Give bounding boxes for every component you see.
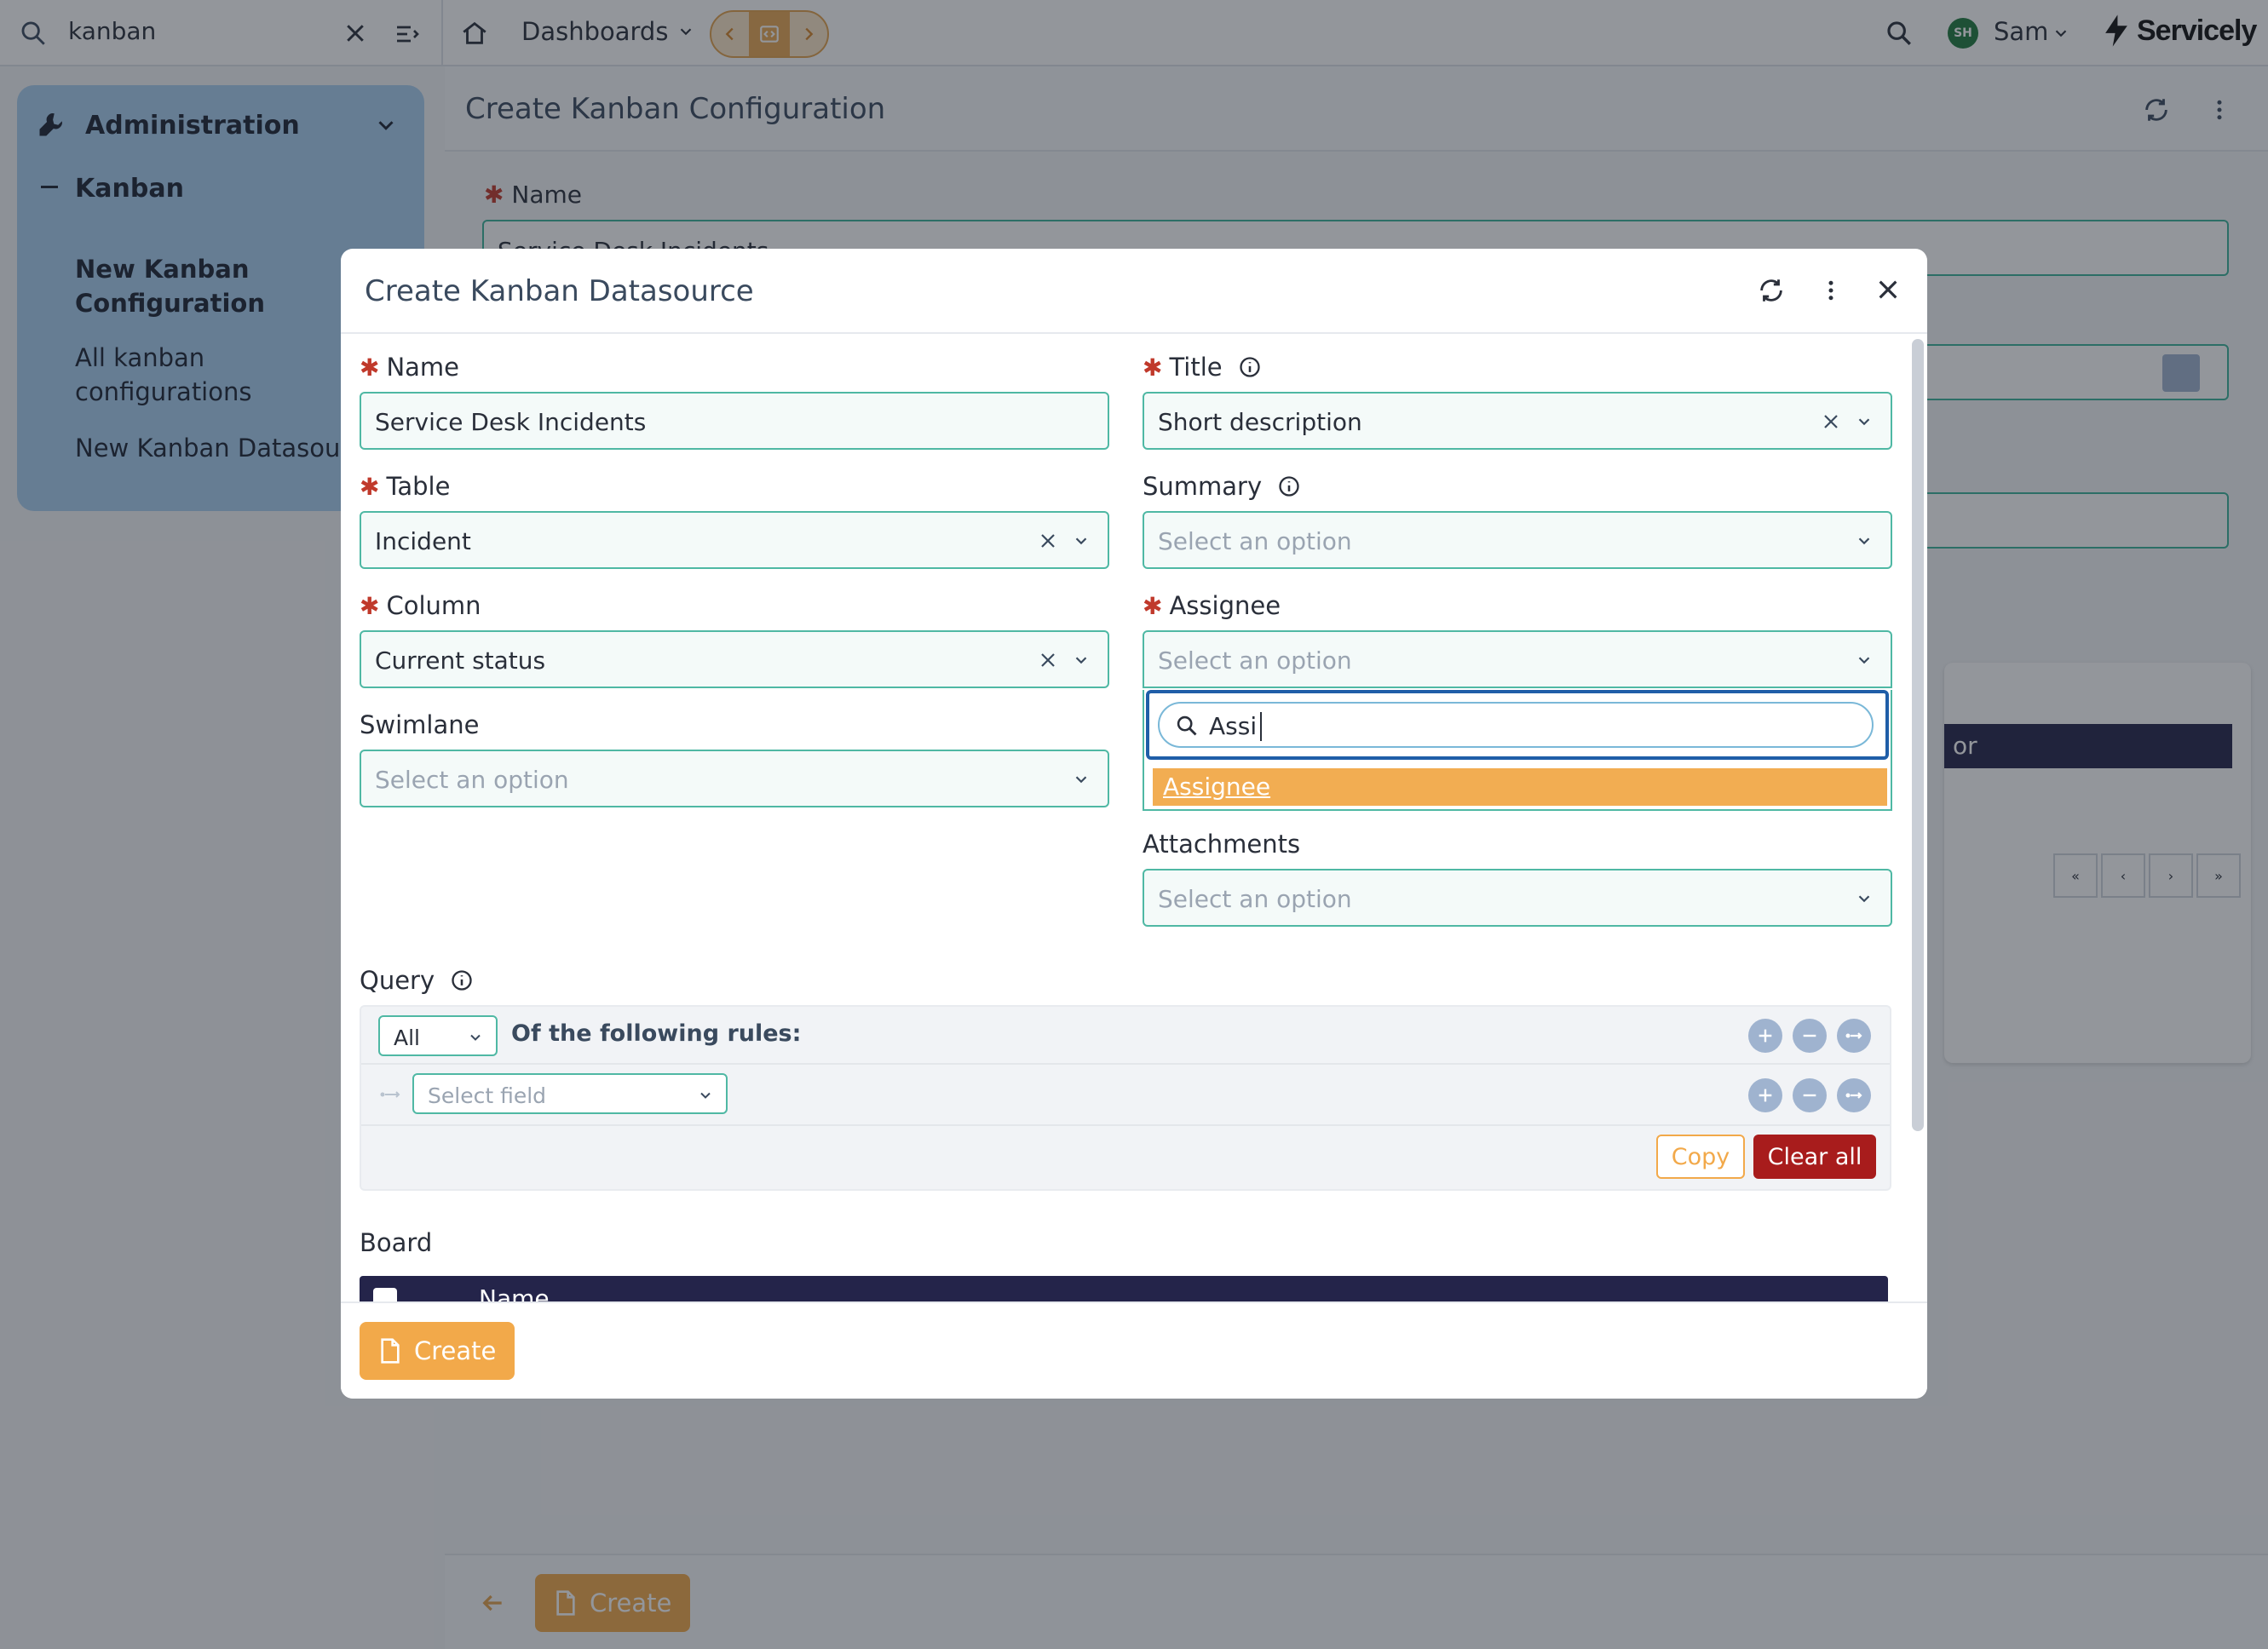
text-cursor (1260, 712, 1262, 741)
clear-icon[interactable] (1821, 411, 1841, 432)
remove-rule-icon[interactable] (1793, 1019, 1827, 1053)
chevron-down-icon[interactable] (1855, 889, 1874, 908)
chevron-down-icon[interactable] (1072, 770, 1091, 789)
match-value: All (394, 1026, 420, 1050)
add-group-icon[interactable] (1837, 1019, 1871, 1053)
chevron-down-icon (467, 1029, 484, 1046)
column-label: ✱ Column (360, 591, 481, 620)
title-value: Short description (1158, 408, 1362, 436)
select-field-dropdown[interactable]: Select field (412, 1073, 728, 1114)
required-icon: ✱ (360, 591, 380, 620)
add-rule-icon[interactable] (1748, 1078, 1782, 1112)
create-label: Create (414, 1336, 497, 1365)
board-label: Board (360, 1228, 433, 1257)
match-select[interactable]: All (378, 1015, 498, 1056)
name-label: ✱ Name (360, 353, 460, 382)
document-icon (378, 1337, 402, 1365)
chevron-down-icon[interactable] (1855, 651, 1874, 669)
chevron-down-icon[interactable] (1072, 531, 1091, 550)
required-icon: ✱ (360, 472, 380, 501)
chevron-down-icon[interactable] (1855, 412, 1874, 431)
summary-label: Summary (1143, 472, 1301, 501)
attachments-label: Attachments (1143, 830, 1301, 859)
chevron-down-icon[interactable] (1855, 531, 1874, 550)
name-value: Service Desk Incidents (375, 408, 647, 436)
table-label: ✱ Table (360, 472, 451, 501)
swimlane-label: Swimlane (360, 710, 480, 739)
clear-all-button[interactable]: Clear all (1753, 1135, 1876, 1179)
info-icon[interactable] (1238, 355, 1262, 379)
refresh-icon[interactable] (1757, 276, 1786, 305)
modal-footer: Create (341, 1301, 1927, 1399)
query-label: Query (360, 966, 474, 995)
query-rule-row: Select field (361, 1065, 1890, 1126)
modal-scrollbar[interactable] (1912, 339, 1924, 1131)
assignee-placeholder: Select an option (1158, 646, 1352, 675)
swimlane-select[interactable]: Select an option (360, 750, 1109, 807)
chevron-down-icon[interactable] (1072, 651, 1091, 669)
title-select[interactable]: Short description (1143, 392, 1892, 450)
required-icon: ✱ (1143, 353, 1163, 382)
title-label: ✱ Title (1143, 353, 1262, 382)
column-select[interactable]: Current status (360, 630, 1109, 688)
required-icon: ✱ (360, 353, 380, 382)
assignee-option-label: Assignee (1163, 773, 1271, 801)
assignee-option[interactable]: Assignee (1153, 768, 1887, 806)
clear-icon[interactable] (1038, 650, 1058, 670)
add-group-icon[interactable] (1837, 1078, 1871, 1112)
rules-text: Of the following rules: (511, 1020, 802, 1047)
more-vertical-icon[interactable] (1818, 276, 1844, 305)
assignee-dropdown: Assi Assignee (1143, 690, 1892, 811)
assignee-label: ✱ Assignee (1143, 591, 1281, 620)
select-field-placeholder: Select field (428, 1083, 547, 1108)
summary-placeholder: Select an option (1158, 527, 1352, 555)
assignee-search-box: Assi (1146, 690, 1889, 760)
chevron-down-icon (697, 1087, 714, 1104)
table-select[interactable]: Incident (360, 511, 1109, 569)
close-icon[interactable] (1874, 276, 1902, 303)
assignee-select[interactable]: Select an option (1143, 630, 1892, 688)
assignee-search-value: Assi (1209, 712, 1258, 740)
remove-rule-icon[interactable] (1793, 1078, 1827, 1112)
info-icon[interactable] (450, 968, 474, 992)
name-input[interactable]: Service Desk Incidents (360, 392, 1109, 450)
search-icon (1175, 714, 1199, 738)
add-rule-icon[interactable] (1748, 1019, 1782, 1053)
modal-header: Create Kanban Datasource (341, 249, 1927, 334)
modal-title: Create Kanban Datasource (365, 274, 754, 308)
copy-button[interactable]: Copy (1656, 1135, 1745, 1179)
info-icon[interactable] (1277, 474, 1301, 498)
clear-icon[interactable] (1038, 531, 1058, 551)
query-group-row: All Of the following rules: (361, 1007, 1890, 1065)
assignee-search-input[interactable]: Assi (1158, 702, 1874, 748)
column-value: Current status (375, 646, 546, 675)
query-builder: All Of the following rules: Select field… (360, 1005, 1891, 1191)
required-icon: ✱ (1143, 591, 1163, 620)
attachments-placeholder: Select an option (1158, 885, 1352, 913)
drag-handle-icon[interactable] (380, 1085, 402, 1104)
table-value: Incident (375, 527, 471, 555)
create-kanban-datasource-modal: Create Kanban Datasource ✱ Name Service D… (341, 249, 1927, 1399)
summary-select[interactable]: Select an option (1143, 511, 1892, 569)
attachments-select[interactable]: Select an option (1143, 869, 1892, 927)
modal-create-button[interactable]: Create (360, 1322, 515, 1380)
swimlane-placeholder: Select an option (375, 766, 569, 794)
